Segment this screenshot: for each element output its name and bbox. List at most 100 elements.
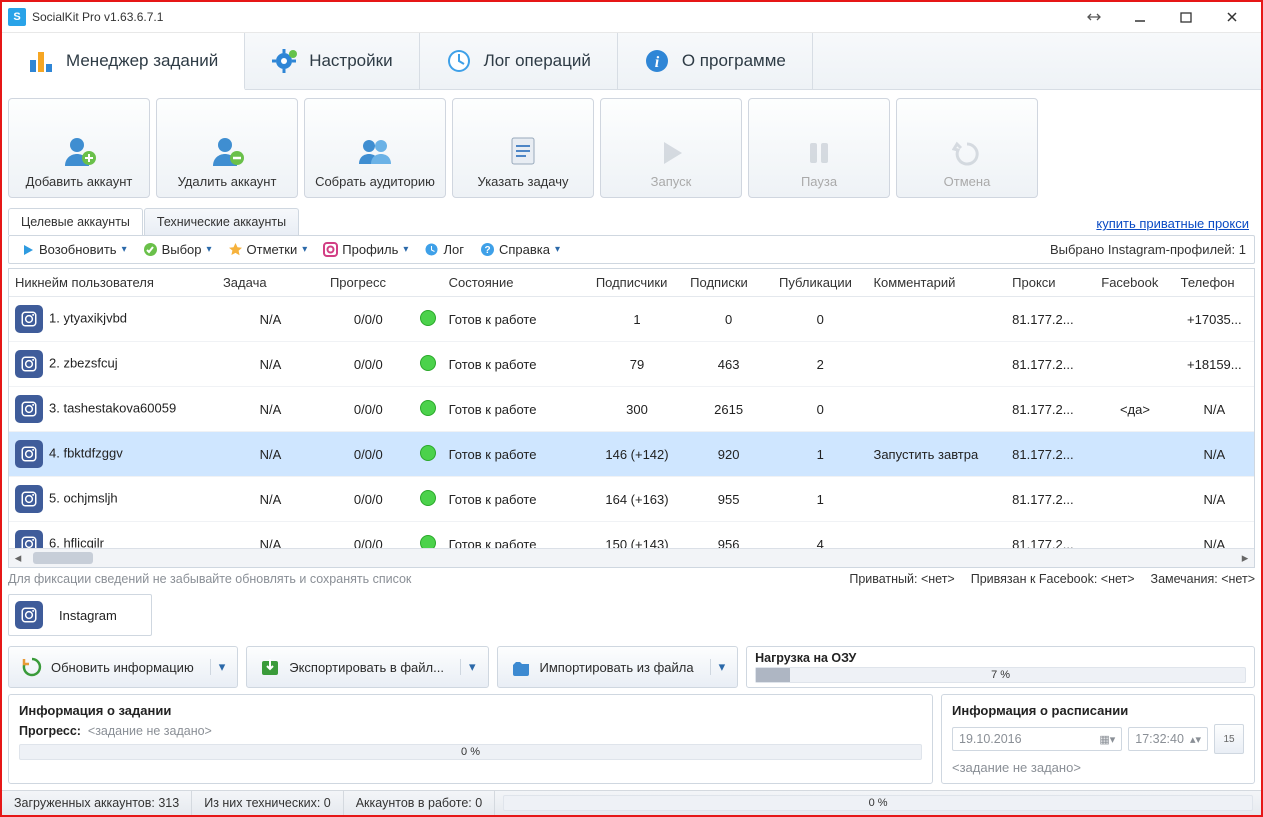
minimize-button[interactable] [1117,2,1163,32]
col-facebook[interactable]: Facebook [1095,269,1174,297]
cell-proxy: 81.177.2... [1006,342,1095,387]
cell-followers: 79 [590,342,684,387]
table-row[interactable]: 4. fbktdfzggvN/A0/0/0Готов к работе146 (… [9,432,1254,477]
cell-following: 920 [684,432,773,477]
table-scroll[interactable]: Никнейм пользователя Задача Прогресс Сос… [9,269,1254,548]
scroll-thumb[interactable] [33,552,93,564]
cancel-button[interactable]: Отмена [896,98,1038,198]
help-button[interactable]: ?Справка▾ [476,240,564,259]
chevron-down-icon: ▾ [207,244,212,255]
info-icon: i [644,48,670,74]
maximize-button[interactable] [1163,2,1209,32]
start-button[interactable]: Запуск [600,98,742,198]
col-progress[interactable]: Прогресс [324,269,413,297]
star-icon [228,242,243,257]
cell-following: 463 [684,342,773,387]
chevron-down-icon[interactable]: ▾ [710,659,726,675]
col-comment[interactable]: Комментарий [867,269,1006,297]
table-row[interactable]: 5. ochjmsljhN/A0/0/0Готов к работе164 (+… [9,477,1254,522]
cell-followers: 300 [590,387,684,432]
table-row[interactable]: 2. zbezsfcujN/A0/0/0Готов к работе794632… [9,342,1254,387]
schedule-time-input[interactable]: 17:32:40▴▾ [1128,727,1208,751]
table-row[interactable]: 1. ytyaxikjvbdN/A0/0/0Готов к работе1008… [9,297,1254,342]
col-following[interactable]: Подписки [684,269,773,297]
cell-proxy: 81.177.2... [1006,387,1095,432]
refresh-info-button[interactable]: Обновить информацию ▾ [8,646,238,688]
pause-icon [804,138,834,168]
log-button[interactable]: Лог [420,240,468,259]
profile-button[interactable]: Профиль▾ [319,240,412,259]
scroll-left-icon[interactable]: ◂ [9,549,27,567]
instagram-icon [15,395,43,423]
horizontal-scrollbar[interactable]: ◂ ▸ [9,548,1254,567]
col-followers[interactable]: Подписчики [590,269,684,297]
close-button[interactable] [1209,2,1255,32]
cell-posts: 1 [773,477,867,522]
tab-settings[interactable]: Настройки [245,33,419,89]
collect-audience-button[interactable]: Собрать аудиторию [304,98,446,198]
col-proxy[interactable]: Прокси [1006,269,1095,297]
undo-icon [952,138,982,168]
cell-comment [867,342,1006,387]
status-progress-text: 0 % [504,796,1252,810]
button-label: Обновить информацию [51,660,194,675]
action-row: Обновить информацию ▾ Экспортировать в ф… [8,646,1255,688]
cell-facebook [1095,342,1174,387]
table-row[interactable]: 3. tashestakova60059N/A0/0/0Готов к рабо… [9,387,1254,432]
col-phone[interactable]: Телефон [1175,269,1254,297]
user-add-icon [61,134,97,168]
cell-phone: N/A [1175,522,1254,549]
col-nickname[interactable]: Никнейм пользователя [9,269,217,297]
chevron-down-icon[interactable]: ▾ [460,659,476,675]
marks-button[interactable]: Отметки▾ [224,240,312,259]
subtab-technical-accounts[interactable]: Технические аккаунты [144,208,299,235]
pause-button[interactable]: Пауза [748,98,890,198]
cell-comment: Запустить завтра [867,432,1006,477]
cell-state: Готов к работе [443,432,590,477]
ram-bar: 7 % [755,667,1246,683]
cell-state: Готов к работе [443,342,590,387]
set-task-button[interactable]: Указать задачу [452,98,594,198]
tab-about[interactable]: i О программе [618,33,813,89]
bar-chart-icon [28,48,54,74]
button-label: Указать задачу [478,174,569,189]
table-row[interactable]: 6. hflicgilrN/A0/0/0Готов к работе150 (+… [9,522,1254,549]
refresh-icon [21,656,43,678]
window-move-icon[interactable] [1071,2,1117,32]
tab-task-manager[interactable]: Менеджер заданий [2,33,245,90]
cell-facebook: <да> [1095,387,1174,432]
instagram-card[interactable]: Instagram [8,594,152,636]
chevron-down-icon[interactable]: ▾ [210,659,226,675]
delete-account-button[interactable]: Удалить аккаунт [156,98,298,198]
cell-phone: +18159... [1175,342,1254,387]
cell-following: 956 [684,522,773,549]
cell-phone: +17035... [1175,297,1254,342]
import-button[interactable]: Импортировать из файла ▾ [497,646,739,688]
cell-task: N/A [217,342,324,387]
export-button[interactable]: Экспортировать в файл... ▾ [246,646,488,688]
col-posts[interactable]: Публикации [773,269,867,297]
col-state[interactable]: Состояние [443,269,590,297]
buy-proxy-link[interactable]: купить приватные прокси [1096,216,1249,231]
resume-button[interactable]: Возобновить▾ [17,240,131,259]
col-task[interactable]: Задача [217,269,324,297]
subtab-target-accounts[interactable]: Целевые аккаунты [8,208,143,235]
cell-phone: N/A [1175,432,1254,477]
label: Лог [443,242,464,257]
scroll-right-icon[interactable]: ▸ [1236,549,1254,567]
cell-proxy: 81.177.2... [1006,477,1095,522]
instagram-icon [15,305,43,333]
tab-log[interactable]: Лог операций [420,33,618,89]
progress-label: Прогресс: [19,724,81,738]
schedule-date-input[interactable]: 19.10.2016▦▾ [952,727,1122,751]
label: Профиль [342,242,398,257]
cell-comment [867,297,1006,342]
cell-followers: 150 (+143) [590,522,684,549]
tab-label: О программе [682,51,786,71]
add-account-button[interactable]: Добавить аккаунт [8,98,150,198]
col-state-dot[interactable] [413,269,443,297]
instagram-icon [15,440,43,468]
cell-proxy: 81.177.2... [1006,522,1095,549]
schedule-interval-button[interactable]: 15 [1214,724,1244,754]
select-button[interactable]: Выбор▾ [139,240,216,259]
